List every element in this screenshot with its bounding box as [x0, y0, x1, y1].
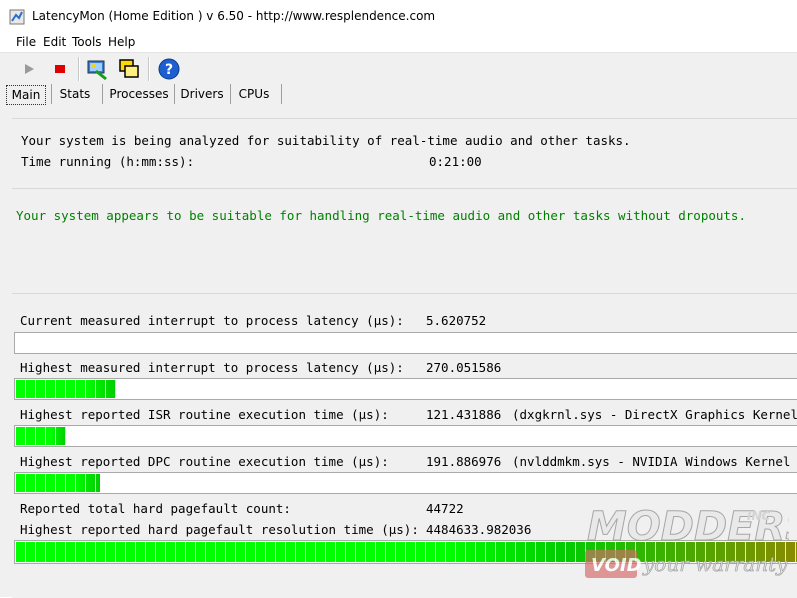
svg-text:?: ? — [165, 62, 173, 78]
tab-divider — [230, 84, 231, 104]
isr-driver-detail: (dxgkrnl.sys - DirectX Graphics Kernel, … — [512, 407, 797, 422]
menu-tools[interactable]: Tools — [72, 35, 102, 49]
dpc-time-value: 191.886976 — [426, 454, 502, 469]
windows-icon — [119, 59, 139, 78]
isr-time-label: Highest reported ISR routine execution t… — [20, 407, 389, 422]
windows-button[interactable] — [117, 57, 141, 81]
monitor-icon — [87, 60, 107, 81]
menu-file[interactable]: File — [16, 35, 36, 49]
dpc-time-label: Highest reported DPC routine execution t… — [20, 454, 389, 469]
tab-processes[interactable]: Processes — [108, 84, 170, 104]
tab-strip: Main Stats Processes Drivers CPUs — [0, 84, 797, 106]
verdict-panel: Your system appears to be suitable for h… — [12, 188, 797, 293]
toolbar: ? — [0, 52, 797, 85]
start-button[interactable] — [17, 57, 41, 81]
tab-cpus[interactable]: CPUs — [234, 84, 274, 104]
analysis-status-text: Your system is being analyzed for suitab… — [21, 133, 631, 148]
watermark-brand-inc: INC — [747, 509, 771, 523]
isr-time-bar-fill — [16, 427, 66, 445]
verdict-text: Your system appears to be suitable for h… — [16, 208, 746, 223]
isr-time-bar — [14, 425, 797, 447]
pagefault-time-label: Highest reported hard pagefault resoluti… — [20, 522, 419, 537]
app-icon — [9, 9, 25, 25]
help-icon: ? — [158, 58, 180, 80]
highest-latency-value: 270.051586 — [426, 360, 502, 375]
title-bar: LatencyMon (Home Edition ) v 6.50 - http… — [0, 0, 797, 32]
tab-drivers[interactable]: Drivers — [179, 84, 225, 104]
pagefault-time-value: 4484633.982036 — [426, 522, 532, 537]
watermark-tagline: your warranty — [642, 552, 788, 576]
toolbar-separator — [78, 57, 80, 81]
window-title: LatencyMon (Home Edition ) v 6.50 - http… — [32, 9, 436, 23]
watermark-void: VOID — [591, 555, 642, 576]
tab-divider — [102, 84, 103, 104]
highest-latency-bar-fill — [16, 380, 116, 398]
tab-divider — [281, 84, 282, 104]
play-icon — [25, 64, 34, 74]
help-button[interactable]: ? — [157, 57, 181, 81]
dpc-time-bar-fill — [16, 474, 100, 492]
dpc-driver-detail: (nvlddmkm.sys - NVIDIA Windows Kernel Mo… — [512, 454, 797, 469]
stop-icon — [55, 65, 65, 73]
stop-button[interactable] — [48, 57, 72, 81]
highest-latency-label: Highest measured interrupt to process la… — [20, 360, 404, 375]
monitor-button[interactable] — [86, 57, 110, 81]
tab-divider — [51, 84, 52, 104]
menu-bar: File Edit Tools Help — [0, 32, 797, 52]
isr-time-value: 121.431886 — [426, 407, 502, 422]
tab-stats[interactable]: Stats — [56, 84, 94, 104]
highest-latency-bar — [14, 378, 797, 400]
pagefault-count-value: 44722 — [426, 501, 464, 516]
tab-divider — [174, 84, 175, 104]
latencymon-window: LatencyMon (Home Edition ) v 6.50 - http… — [0, 0, 797, 598]
time-running-label: Time running (h:mm:ss): — [21, 154, 195, 169]
menu-help[interactable]: Help — [108, 35, 135, 49]
analysis-panel: Your system is being analyzed for suitab… — [12, 118, 797, 189]
current-latency-value: 5.620752 — [426, 313, 487, 328]
current-latency-bar — [14, 332, 797, 354]
tab-main[interactable]: Main — [6, 85, 46, 105]
current-latency-label: Current measured interrupt to process la… — [20, 313, 404, 328]
time-running-value: 0:21:00 — [429, 154, 482, 169]
dpc-time-bar — [14, 472, 797, 494]
toolbar-separator — [148, 57, 150, 81]
menu-edit[interactable]: Edit — [43, 35, 66, 49]
pagefault-count-label: Reported total hard pagefault count: — [20, 501, 291, 516]
modders-inc-watermark: MODDERS INC VOID your warranty — [585, 504, 789, 578]
